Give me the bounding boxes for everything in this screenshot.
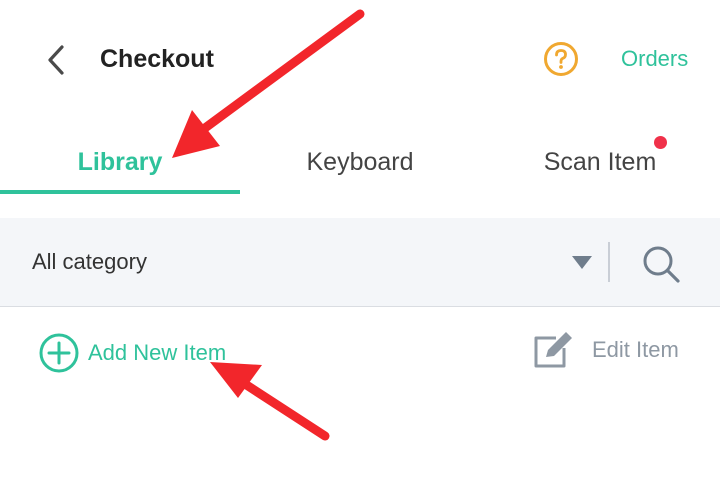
tab-scan-item[interactable]: Scan Item xyxy=(480,130,720,194)
page-title: Checkout xyxy=(100,45,214,73)
plus-circle-icon xyxy=(39,333,79,373)
tab-keyboard-label: Keyboard xyxy=(306,147,414,176)
chevron-left-icon xyxy=(48,45,64,75)
tab-library[interactable]: Library xyxy=(0,130,240,194)
tab-keyboard[interactable]: Keyboard xyxy=(240,130,480,194)
caret-down-icon xyxy=(572,256,592,269)
filter-bar: All category xyxy=(0,218,720,307)
app-header: Checkout Orders xyxy=(0,0,720,118)
category-label: All category xyxy=(32,249,147,274)
edit-item-label: Edit Item xyxy=(592,337,679,362)
orders-link[interactable]: Orders xyxy=(621,44,688,74)
add-new-item-button[interactable]: Add New Item xyxy=(38,332,226,374)
search-icon xyxy=(643,246,680,283)
tab-library-label: Library xyxy=(77,147,163,176)
active-tab-indicator xyxy=(0,190,240,194)
tab-bar: Library Keyboard Scan Item xyxy=(0,130,720,194)
item-actions: Add New Item Edit Item xyxy=(0,320,720,384)
add-new-item-label: Add New Item xyxy=(88,340,227,365)
edit-icon xyxy=(534,332,572,368)
edit-item-button[interactable]: Edit Item xyxy=(530,330,679,370)
help-button[interactable] xyxy=(543,41,579,77)
notification-badge xyxy=(654,136,667,149)
divider xyxy=(608,242,610,282)
search-button[interactable] xyxy=(640,243,682,285)
tab-scan-item-label: Scan Item xyxy=(543,147,657,176)
question-circle-icon xyxy=(544,42,578,76)
back-button[interactable] xyxy=(38,40,74,80)
category-dropdown[interactable]: All category xyxy=(0,218,600,306)
